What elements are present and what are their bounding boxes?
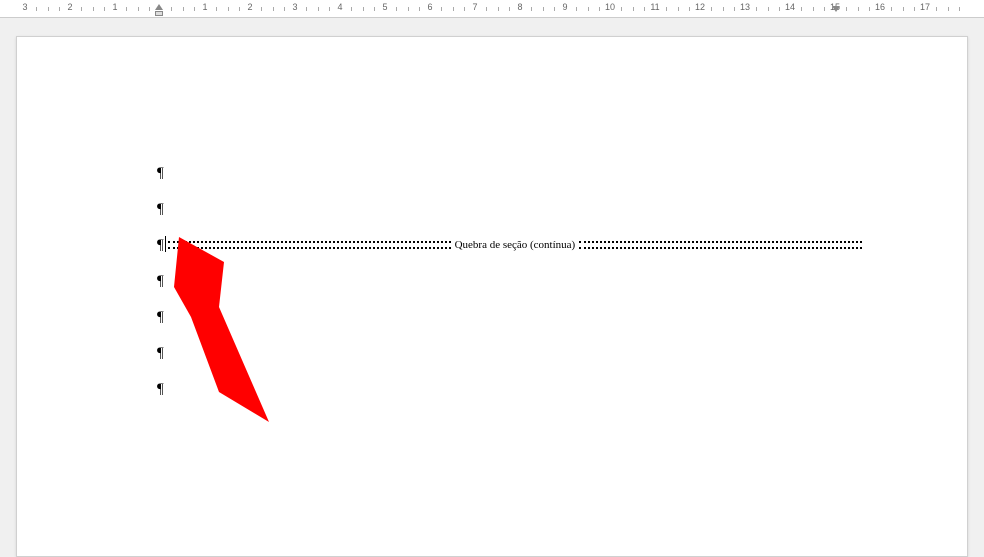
paragraph[interactable]: ¶ xyxy=(157,335,862,371)
ruler-number: 14 xyxy=(785,2,795,12)
ruler-number: 12 xyxy=(695,2,705,12)
paragraph[interactable]: ¶ xyxy=(157,299,862,335)
ruler-number: 17 xyxy=(920,2,930,12)
ruler-number: 3 xyxy=(22,2,27,12)
first-line-indent-marker-icon[interactable] xyxy=(155,4,163,10)
pilcrow-mark-icon: ¶ xyxy=(157,155,164,191)
paragraph[interactable]: ¶ xyxy=(157,191,862,227)
ruler-number: 11 xyxy=(650,2,659,12)
ruler-number: 5 xyxy=(382,2,387,12)
pilcrow-mark-icon: ¶ xyxy=(157,263,164,299)
ruler-number: 1 xyxy=(112,2,117,12)
horizontal-ruler[interactable]: 3211234567891011121314151617 xyxy=(0,0,984,18)
dotted-line xyxy=(579,241,862,249)
pilcrow-mark-icon: ¶ xyxy=(157,227,164,263)
pilcrow-mark-icon: ¶ xyxy=(157,335,164,371)
ruler-number: 2 xyxy=(247,2,252,12)
text-cursor xyxy=(165,236,166,252)
ruler-number: 13 xyxy=(740,2,750,12)
left-indent-marker-icon[interactable] xyxy=(155,11,163,16)
right-indent-marker-icon[interactable] xyxy=(832,6,840,12)
paragraph[interactable]: ¶ xyxy=(157,263,862,299)
ruler-number: 16 xyxy=(875,2,885,12)
ruler-number: 9 xyxy=(562,2,567,12)
paragraph[interactable]: ¶ Quebra de seção (contínua) xyxy=(157,227,862,263)
ruler-number: 10 xyxy=(605,2,615,12)
section-break-indicator[interactable]: Quebra de seção (contínua) xyxy=(168,227,862,263)
document-page[interactable]: ¶¶¶Quebra de seção (contínua)¶¶¶¶ xyxy=(16,36,968,557)
ruler-number: 3 xyxy=(292,2,297,12)
paragraph[interactable]: ¶ xyxy=(157,371,862,407)
section-break-label: Quebra de seção (contínua) xyxy=(451,227,580,263)
dotted-line xyxy=(168,241,451,249)
document-workspace: ¶¶¶Quebra de seção (contínua)¶¶¶¶ xyxy=(0,18,984,557)
ruler-number: 7 xyxy=(472,2,477,12)
ruler-number: 6 xyxy=(427,2,432,12)
pilcrow-mark-icon: ¶ xyxy=(157,191,164,227)
ruler-number: 8 xyxy=(517,2,522,12)
ruler-number: 1 xyxy=(202,2,207,12)
ruler-number: 2 xyxy=(67,2,72,12)
pilcrow-mark-icon: ¶ xyxy=(157,299,164,335)
ruler-number: 4 xyxy=(337,2,342,12)
paragraph[interactable]: ¶ xyxy=(157,155,862,191)
pilcrow-mark-icon: ¶ xyxy=(157,371,164,407)
